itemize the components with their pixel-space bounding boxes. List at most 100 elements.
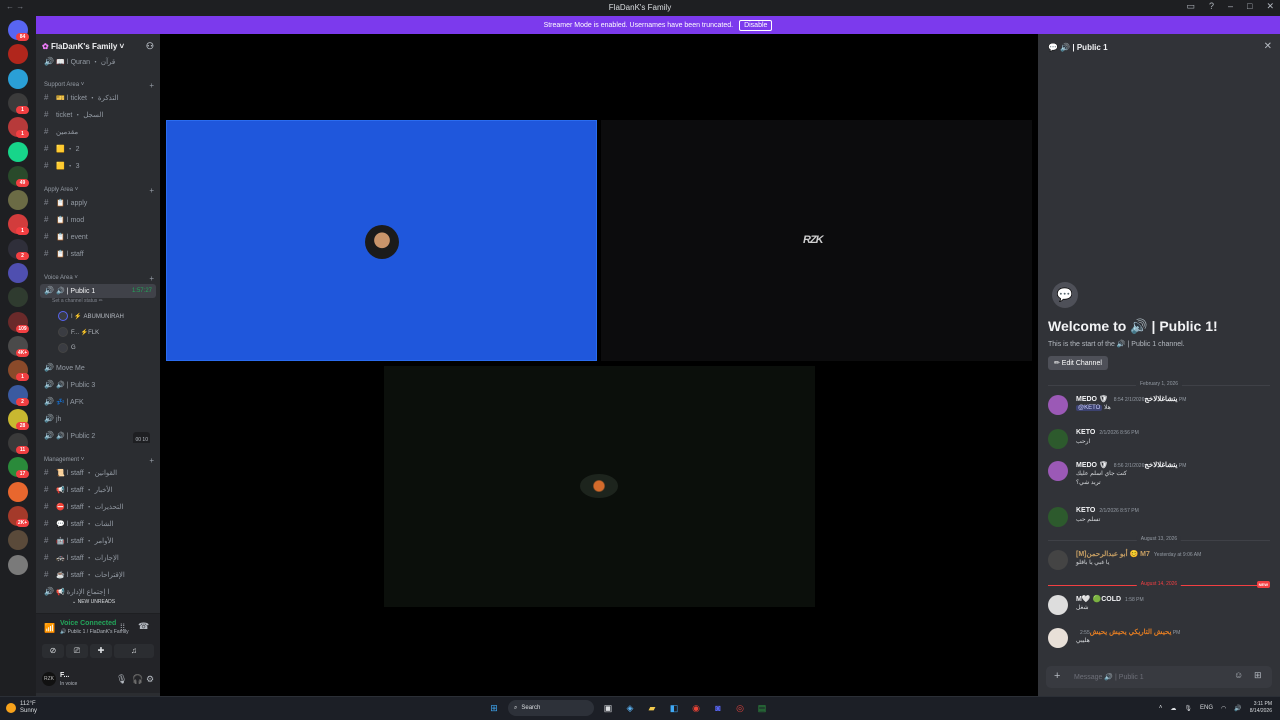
disable-streamer-button[interactable]: Disable [739,19,773,31]
voice-user[interactable]: ا ⚡ ABUMUNIRAH [58,310,124,322]
wifi-icon[interactable]: ◠ [1221,705,1226,712]
message-author[interactable]: MEDO 🛡 يتشاغلالاخج2/1/2026 8:54 PM [1076,395,1186,403]
text-channel[interactable]: # 🟨 ・ 2 [44,142,156,156]
message-author[interactable]: KETO 2/1/2026 8:57 PM [1076,507,1139,514]
volume-icon[interactable]: 🔊 [1234,705,1241,712]
voice-user[interactable]: G [58,342,76,354]
discord-icon[interactable]: ◙ [710,700,726,716]
text-channel[interactable]: # 📋 ا apply [44,196,156,210]
add-channel-icon[interactable]: + [149,81,154,90]
voice-connected-title[interactable]: Voice Connected [60,620,116,627]
server-icon[interactable] [8,530,28,551]
text-channel[interactable]: # 🎫 ا ticket ・ التذكرة [44,91,156,105]
video-tile-user[interactable] [166,120,597,361]
activities-button[interactable]: ✚ [90,644,112,658]
text-channel[interactable]: # مقدمين [44,125,156,139]
add-channel-icon[interactable]: + [149,456,154,465]
add-channel-icon[interactable]: + [149,274,154,283]
avatar[interactable] [1048,507,1068,527]
edit-channel-button[interactable]: ✏ Edit Channel [1048,356,1108,370]
add-user-icon[interactable]: ⚇ [146,41,154,52]
text-channel[interactable]: # ticket ・ السجل [44,108,156,122]
microphone-icon[interactable]: 🎙 [116,674,127,685]
terminal-icon[interactable]: ▤ [754,700,770,716]
text-channel[interactable]: # 📋 ا mod [44,213,156,227]
weather-widget[interactable]: 112°F Sunny [6,701,37,715]
microphone-icon[interactable]: 🎙 [1184,705,1192,712]
server-icon[interactable] [8,481,28,502]
voice-channel[interactable]: 🔊 🔊 | Public 2 00 10 [44,429,156,443]
disconnect-icon[interactable]: ☎ [138,621,149,632]
server-icon[interactable] [8,554,28,575]
server-header[interactable]: ✿ FlaDanK's Family ˅ ⚇ [42,41,154,52]
noise-suppression-icon[interactable]: ⁞⁞ [120,622,125,632]
avatar[interactable] [1048,628,1068,648]
server-icon[interactable] [8,287,28,308]
category-support[interactable]: Support Area ˅ + [44,81,154,90]
file-explorer-icon[interactable]: ▰ [644,700,660,716]
text-channel[interactable]: # 🤖 ا staff ・ الأوامر [44,534,156,548]
avatar[interactable] [1048,395,1068,415]
language-indicator[interactable]: ENG [1200,705,1213,711]
text-channel[interactable]: # ⛔ ا staff ・ التحذيرات [44,500,156,514]
message-author[interactable]: [M]أبو عبدالرحمن 😊 M7 Yesterday at 9:06 A… [1076,550,1201,558]
chevron-up-icon[interactable]: ˄ [1159,705,1163,711]
video-tile-user[interactable] [384,366,815,607]
camera-button[interactable]: ⊘ [42,644,64,658]
text-channel[interactable]: # 📋 ا staff [44,247,156,261]
text-channel[interactable]: # 🟨 ・ 3 [44,159,156,173]
maximize-button[interactable]: □ [1247,1,1252,12]
chrome-icon[interactable]: ◉ [688,700,704,716]
user-name[interactable]: F... [60,672,69,679]
voice-connected-subtitle[interactable]: 🔊 Public 1 / FlaDanK's Family [60,629,129,635]
avatar[interactable] [1048,550,1068,570]
message-author[interactable]: يحيش التاريكي يحيش يحيش2:55 PM [1076,628,1180,636]
user-mention[interactable]: @KETO [1076,405,1103,411]
text-channel[interactable]: 🔊 📢 ا إجتماع الإدارة [44,585,156,599]
message-author[interactable]: MEDO 🛡 يتشاغلالاخج2/1/2026 8:56 PM [1076,461,1186,469]
channel-status[interactable]: Set a channel status ✏ [52,298,103,304]
help-icon[interactable]: ? [1209,1,1214,12]
text-channel[interactable]: # 📢 ا staff ・ الأخبار [44,483,156,497]
server-icon[interactable] [8,263,28,283]
video-tile-rzk[interactable]: RZK [601,120,1032,361]
copilot-icon[interactable]: ◈ [622,700,638,716]
text-channel[interactable]: # 📋 ا event [44,230,156,244]
taskbar-search[interactable]: ⌕ Search [508,700,594,716]
voice-channel[interactable]: 🔊 💤 | AFK [44,395,156,409]
task-view-icon[interactable]: ▣ [600,700,616,716]
category-voice[interactable]: Voice Area ˅ + [44,274,154,283]
message-author[interactable]: KETO 2/1/2026 8:56 PM [1076,429,1139,436]
voice-channel-public-1[interactable]: 🔊 🔊 | Public 1 1:57:27 [40,284,156,298]
settings-gear-icon[interactable]: ⚙ [146,674,154,685]
server-icon[interactable] [8,68,28,89]
user-avatar[interactable]: RZK [42,672,56,686]
avatar[interactable] [1048,461,1068,481]
avatar[interactable] [1048,429,1068,449]
text-channel[interactable]: # 📜 ا staff ・ القوانين [44,466,156,480]
emoji-icon[interactable]: ☺ [1234,670,1243,680]
voice-user[interactable]: F... ⚡FLK [58,326,99,338]
voice-channel[interactable]: 🔊 jh [44,412,156,426]
add-channel-icon[interactable]: + [149,186,154,195]
screen-share-button[interactable]: ⎚ [66,644,88,658]
server-icon[interactable] [8,141,28,162]
windows-start-icon[interactable]: ⊞ [486,700,502,716]
soundboard-button[interactable]: ♫ [114,644,154,658]
category-apply[interactable]: Apply Area ˅ + [44,186,154,195]
minimize-button[interactable]: – [1228,1,1233,12]
store-icon[interactable]: ◧ [666,700,682,716]
text-channel[interactable]: # 💬 ا staff ・ الشات [44,517,156,531]
headphones-icon[interactable]: 🎧 [132,674,143,685]
channel-quran[interactable]: 🔊 📖 ا Quran ・ قرآن [44,55,156,69]
message-author[interactable]: M🤍 🟢COLD 1:58 PM [1076,595,1144,603]
signal-icon[interactable]: 📶 [44,623,55,634]
inbox-icon[interactable]: ▭ [1186,1,1195,12]
server-icon[interactable] [8,44,28,65]
network-icon[interactable]: ☁ [1170,705,1176,712]
close-button[interactable]: ✕ [1266,1,1274,12]
clock[interactable]: 3:11 PM 8/14/2026 [1250,701,1272,715]
close-chat-icon[interactable]: ✕ [1264,41,1272,52]
text-channel[interactable]: # ☕ ا staff ・ الإقتراحات [44,568,156,582]
avatar[interactable] [1048,595,1068,615]
